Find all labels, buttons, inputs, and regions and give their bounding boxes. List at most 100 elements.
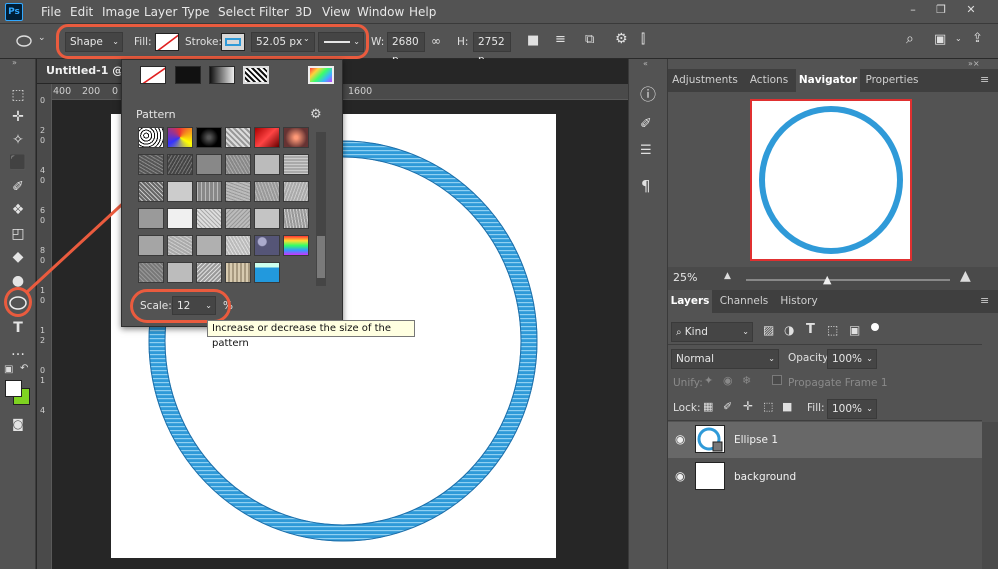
solid-color-button[interactable] [175,66,201,84]
panel-menu-icon[interactable]: ≡ [980,294,989,307]
pattern-swatch[interactable] [283,127,309,148]
tab-layers[interactable]: Layers [668,290,712,313]
unify-style-icon[interactable]: ❄ [742,374,751,387]
zoom-out-icon[interactable]: ▲ [724,271,731,281]
pattern-swatch[interactable] [196,262,222,283]
pattern-swatch[interactable] [225,262,251,283]
pattern-swatch[interactable] [225,208,251,229]
lock-artboard-icon[interactable]: ⬚ [763,400,773,413]
filter-adjustment-icon[interactable]: ◑ [784,323,794,337]
collapse-icon[interactable]: « [643,59,648,68]
tab-channels[interactable]: Channels [716,290,772,313]
info-icon[interactable]: ⓘ [640,81,656,105]
pattern-swatch[interactable] [167,208,193,229]
pattern-swatch[interactable] [196,181,222,202]
zoom-slider-track[interactable] [746,279,950,281]
pattern-swatch[interactable] [254,181,280,202]
pattern-swatch[interactable] [283,208,309,229]
pattern-swatch[interactable] [138,208,164,229]
layer-name[interactable]: Ellipse 1 [734,434,778,446]
pattern-button[interactable] [243,66,269,84]
pattern-swatch[interactable] [225,154,251,175]
opacity-value: 100% [832,353,863,365]
search-icon: ⌕ [676,327,685,338]
pattern-swatch[interactable] [196,208,222,229]
opacity-field[interactable]: 100% ⌄ [827,349,877,369]
tab-navigator[interactable]: Navigator [796,69,860,92]
fill-label: Fill: [807,402,825,414]
pattern-swatch[interactable] [254,127,280,148]
layer-kind-filter[interactable]: ⌕ Kind ⌄ [671,322,753,342]
divider [668,344,982,345]
filter-toggle-icon[interactable] [871,323,879,331]
filter-smart-icon[interactable]: ▣ [849,323,860,337]
pattern-swatch[interactable] [138,262,164,283]
layer-row[interactable]: ◉ background [668,459,982,495]
gradient-button[interactable] [209,66,235,84]
brush-settings-icon[interactable]: ✐ [640,116,652,132]
filter-shape-icon[interactable]: ⬚ [827,323,838,337]
pattern-swatch[interactable] [254,262,280,283]
pattern-swatch[interactable] [167,235,193,256]
pattern-swatch[interactable] [254,208,280,229]
scrollbar-thumb[interactable] [317,236,325,278]
no-fill-button[interactable] [140,66,166,84]
pattern-swatch[interactable] [225,181,251,202]
layers-scrollbar[interactable] [982,422,998,569]
lock-transparent-icon[interactable]: ▦ [703,400,713,413]
chevron-down-icon: ⌄ [866,354,873,363]
collapse-icon[interactable]: »× [968,59,980,68]
lock-image-icon[interactable]: ✐ [723,400,732,413]
layer-row[interactable]: ◉ Ellipse 1 [668,422,982,458]
panel-menu-icon[interactable]: ≡ [980,73,989,86]
pattern-swatch[interactable] [225,235,251,256]
layers-tabbar: Layers Channels History ≡ [668,290,998,313]
pattern-swatch[interactable] [225,127,251,148]
eye-icon[interactable]: ◉ [675,432,685,446]
pattern-swatch[interactable] [283,154,309,175]
unify-visibility-icon[interactable]: ◉ [723,374,733,387]
color-picker-button[interactable] [308,66,334,84]
unify-label: Unify: [673,377,703,389]
gear-icon[interactable]: ⚙ [310,107,322,122]
pattern-swatch[interactable] [254,235,280,256]
pattern-swatch[interactable] [167,262,193,283]
layer-fill-field[interactable]: 100% ⌄ [827,399,877,419]
filter-pixel-icon[interactable]: ▨ [763,323,774,337]
pattern-swatch[interactable] [167,127,193,148]
tab-history[interactable]: History [776,290,822,313]
lock-all-icon[interactable]: ■ [782,400,792,413]
eye-icon[interactable]: ◉ [675,469,685,483]
tab-properties[interactable]: Properties [862,69,922,92]
pattern-swatch[interactable] [138,154,164,175]
propagate-checkbox[interactable] [772,375,782,385]
pattern-swatch[interactable] [196,235,222,256]
paragraph-icon[interactable]: ¶ [641,177,651,195]
sliders-icon[interactable]: ☰ [640,143,652,158]
pattern-swatch[interactable] [283,181,309,202]
zoom-value[interactable]: 25% [673,271,697,284]
layer-thumbnail [695,425,725,453]
pattern-swatch[interactable] [196,127,222,148]
pattern-swatch[interactable] [167,154,193,175]
tab-actions[interactable]: Actions [744,69,794,92]
tab-adjustments[interactable]: Adjustments [670,69,740,92]
pattern-swatch[interactable] [167,181,193,202]
pattern-swatch[interactable] [254,154,280,175]
pattern-swatch[interactable] [138,235,164,256]
blend-mode-select[interactable]: Normal ⌄ [671,349,779,369]
navigator-preview[interactable] [750,99,912,261]
pattern-swatch[interactable] [138,181,164,202]
zoom-slider-thumb[interactable]: ▲ [823,273,831,286]
pattern-scrollbar[interactable] [316,132,326,286]
unify-position-icon[interactable]: ✦ [704,374,713,387]
filter-type-icon[interactable]: T [806,322,815,337]
pattern-swatch[interactable] [196,154,222,175]
lock-position-icon[interactable]: ✛ [743,399,753,413]
layer-name[interactable]: background [734,471,796,483]
chevron-down-icon: ⌄ [768,354,775,363]
pattern-swatch[interactable] [138,127,164,148]
zoom-in-icon[interactable]: ▲ [960,268,971,284]
pattern-swatch[interactable] [283,235,309,256]
navigator-ellipse [759,106,903,254]
